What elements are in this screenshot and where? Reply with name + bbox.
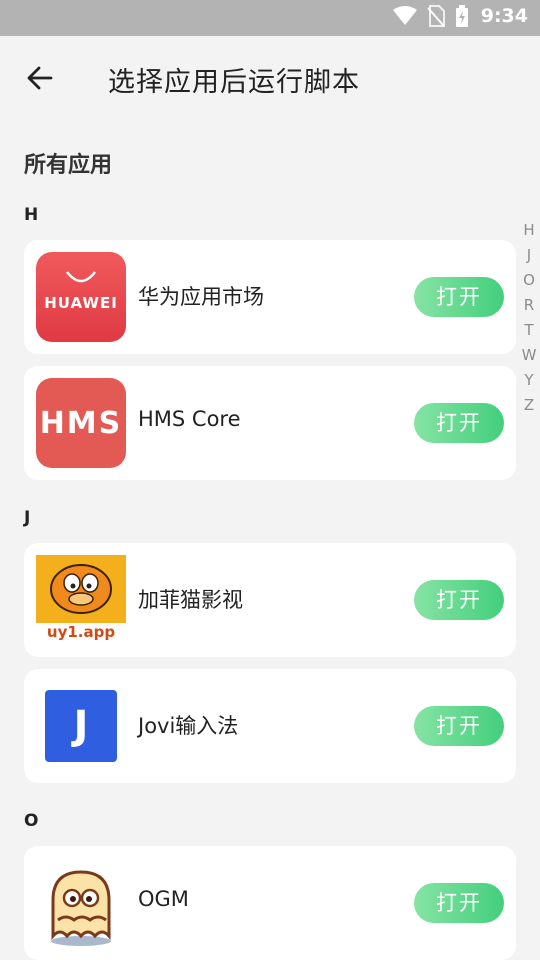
app-card-huawei-appgallery[interactable]: HUAWEI 华为应用市场 打开	[24, 240, 516, 354]
section-title: 所有应用	[24, 153, 113, 178]
index-letter-y[interactable]: Y	[524, 368, 533, 393]
status-time: 9:34	[480, 5, 528, 27]
garfield-icon: uy1.app	[36, 555, 126, 645]
open-button[interactable]: 打开	[414, 706, 504, 746]
app-name: Jovi输入法	[138, 714, 239, 738]
app-name: OGM	[138, 887, 189, 911]
open-button[interactable]: 打开	[414, 403, 504, 443]
index-letter-h[interactable]: H	[523, 218, 534, 243]
battery-charging-icon	[455, 5, 469, 27]
toolbar: 选择应用后运行脚本	[0, 36, 540, 120]
app-name: 加菲猫影视	[138, 588, 243, 612]
index-letter-o[interactable]: O	[523, 268, 535, 293]
status-bar: 9:34	[0, 0, 540, 36]
ghost-icon	[36, 858, 126, 948]
alphabet-index[interactable]: H J O R T W Y Z	[520, 218, 538, 418]
back-arrow-icon	[26, 64, 54, 96]
app-name: 华为应用市场	[138, 285, 264, 309]
open-button[interactable]: 打开	[414, 883, 504, 923]
app-card-jovi[interactable]: J Jovi输入法 打开	[24, 669, 516, 783]
huawei-appgallery-icon: HUAWEI	[36, 252, 126, 342]
hms-core-icon: HMS	[36, 378, 126, 468]
group-letter-h: H	[24, 205, 39, 225]
jovi-icon: J	[36, 681, 126, 771]
wifi-icon	[392, 6, 417, 26]
jovi-letter: J	[73, 703, 89, 749]
open-button[interactable]: 打开	[414, 580, 504, 620]
app-name: HMS Core	[138, 407, 241, 431]
back-button[interactable]	[18, 58, 62, 102]
page-title: 选择应用后运行脚本	[108, 67, 360, 98]
group-letter-o: O	[24, 811, 39, 831]
app-card-garfield[interactable]: uy1.app 加菲猫影视 打开	[24, 543, 516, 657]
hms-wordmark: HMS	[39, 406, 123, 441]
open-button[interactable]: 打开	[414, 277, 504, 317]
index-letter-r[interactable]: R	[524, 293, 534, 318]
group-letter-j: J	[24, 508, 31, 528]
garfield-wordmark: uy1.app	[46, 623, 116, 641]
index-letter-w[interactable]: W	[522, 343, 537, 368]
index-letter-t[interactable]: T	[524, 318, 533, 343]
index-letter-z[interactable]: Z	[524, 393, 534, 418]
no-sim-icon	[426, 5, 445, 27]
app-card-ogm[interactable]: OGM 打开	[24, 846, 516, 960]
index-letter-j[interactable]: J	[527, 243, 531, 268]
huawei-wordmark: HUAWEI	[44, 294, 118, 312]
app-card-hms-core[interactable]: HMS HMS Core 打开	[24, 366, 516, 480]
